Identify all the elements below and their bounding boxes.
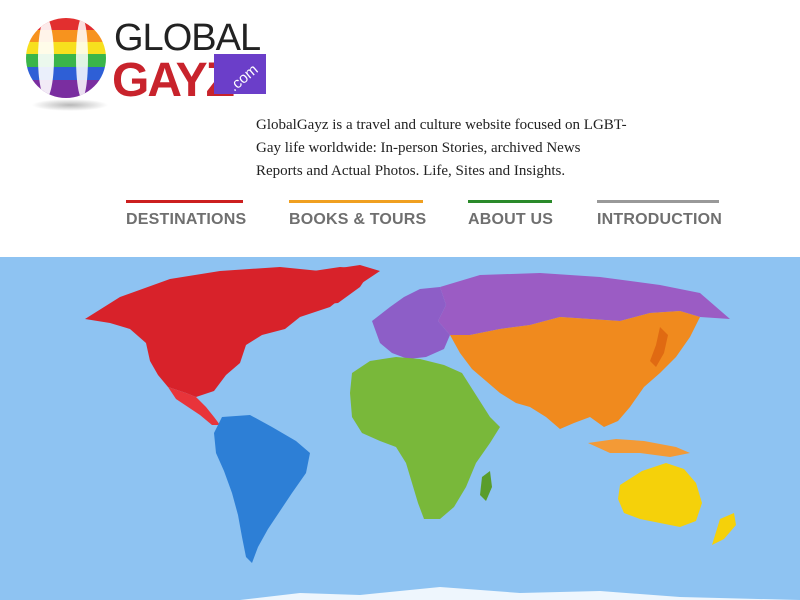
site-logo[interactable]: GLOBAL GAYZ .com <box>22 10 272 112</box>
nav-destinations[interactable]: DESTINATIONS <box>126 200 246 236</box>
region-south-america[interactable] <box>214 415 310 563</box>
region-africa[interactable] <box>350 357 500 519</box>
rainbow-globe-icon <box>26 18 106 98</box>
region-europe[interactable] <box>372 287 450 359</box>
nav-about-us[interactable]: ABOUT US <box>468 200 553 236</box>
main-nav: DESTINATIONS BOOKS & TOURS ABOUT US INTR… <box>0 200 800 240</box>
logo-word-global: GLOBAL <box>114 17 260 59</box>
globe-shadow <box>32 99 108 111</box>
nav-introduction[interactable]: INTRODUCTION <box>597 200 722 236</box>
region-antarctica <box>240 587 800 600</box>
region-indonesia[interactable] <box>588 439 690 457</box>
world-map[interactable] <box>0 257 800 600</box>
region-new-zealand[interactable] <box>712 513 736 545</box>
region-madagascar[interactable] <box>480 471 492 501</box>
site-tagline: GlobalGayz is a travel and culture websi… <box>256 117 627 179</box>
nav-books-tours[interactable]: BOOKS & TOURS <box>289 200 426 236</box>
region-australia[interactable] <box>618 463 702 527</box>
